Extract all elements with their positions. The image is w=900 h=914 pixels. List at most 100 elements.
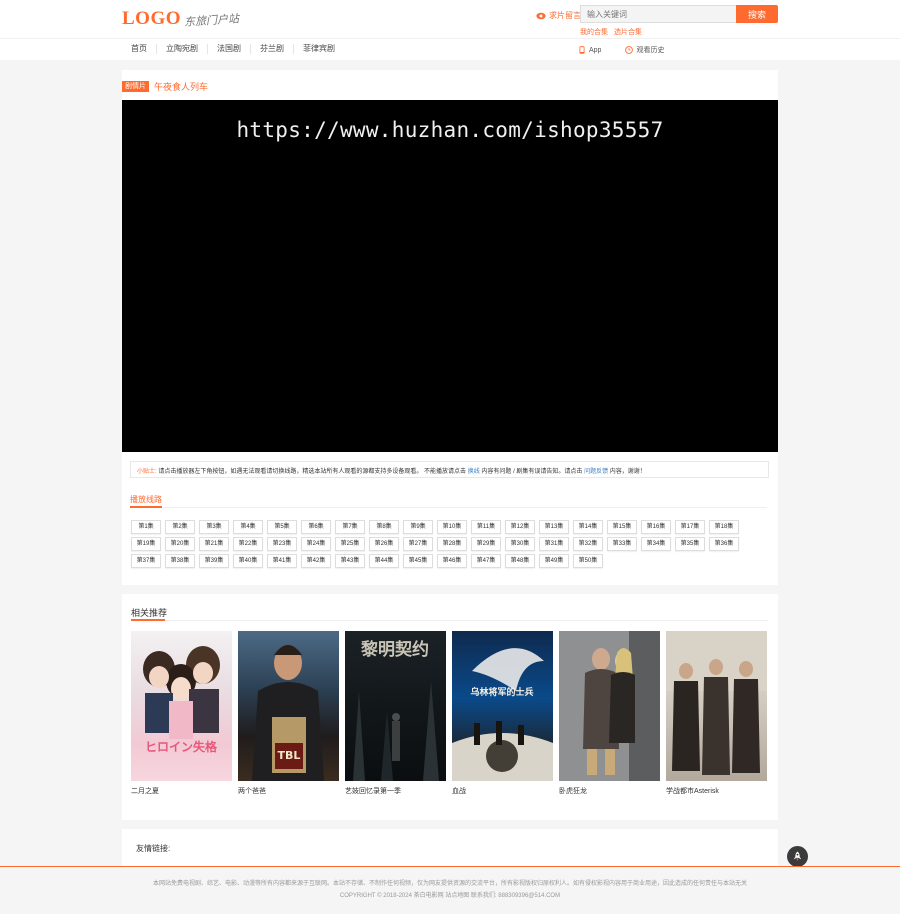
episode-button[interactable]: 第19集 [131,537,161,551]
episode-button[interactable]: 第44集 [369,554,399,568]
episode-button[interactable]: 第22集 [233,537,263,551]
episode-button[interactable]: 第47集 [471,554,501,568]
poster-caption[interactable]: 二月之夏 [131,786,232,796]
app-link[interactable]: App [578,46,601,54]
friend-links-card: 友情链接: [122,829,778,866]
poster-image[interactable]: ヒロイン失格 [131,631,232,781]
episode-button[interactable]: 第48集 [505,554,535,568]
nav-item-finland[interactable]: 芬兰剧 [250,44,293,54]
nav-item-philippines[interactable]: 菲律宾剧 [293,44,344,54]
episode-button[interactable]: 第27集 [403,537,433,551]
search-button[interactable]: 搜索 [736,5,778,23]
episode-button[interactable]: 第35集 [675,537,705,551]
episode-button[interactable]: 第34集 [641,537,671,551]
poster-image[interactable] [559,631,660,781]
episode-button[interactable]: 第31集 [539,537,569,551]
episode-button[interactable]: 第25集 [335,537,365,551]
nav-item-home[interactable]: 首页 [122,44,156,54]
episode-button[interactable]: 第41集 [267,554,297,568]
poster-item[interactable]: ヒロイン失格 二月之夏 [131,631,232,796]
episode-button[interactable]: 第26集 [369,537,399,551]
episode-button[interactable]: 第24集 [301,537,331,551]
episode-button[interactable]: 第5集 [267,520,297,534]
episode-button[interactable]: 第8集 [369,520,399,534]
episode-button[interactable]: 第49集 [539,554,569,568]
poster-item[interactable]: 黎明契约 艺妓回忆录第一季 [345,631,446,796]
phone-icon [579,46,585,54]
episode-button[interactable]: 第42集 [301,554,331,568]
episode-button[interactable]: 第36集 [709,537,739,551]
poster-caption[interactable]: 血战 [452,786,553,796]
poster-caption[interactable]: 艺妓回忆录第一季 [345,786,446,796]
episode-button[interactable]: 第40集 [233,554,263,568]
title-row: 剧情片 午夜食人列车 [122,80,208,93]
wish-link[interactable]: 求片留言 [536,10,581,21]
poster-item[interactable]: 学战都市Asterisk [666,631,767,796]
episode-button[interactable]: 第12集 [505,520,535,534]
episode-button[interactable]: 第46集 [437,554,467,568]
poster-art [666,631,767,775]
hot-link[interactable]: 我的合集 [580,27,608,37]
episode-button[interactable]: 第30集 [505,537,535,551]
poster-item[interactable]: TBL 两个爸爸 [238,631,339,796]
episode-button[interactable]: 第17集 [675,520,705,534]
eye-icon [536,12,546,19]
episode-button[interactable]: 第32集 [573,537,603,551]
hot-link[interactable]: 选片合集 [614,27,642,37]
episode-button[interactable]: 第21集 [199,537,229,551]
nav-item-lithuania[interactable]: 立陶宛剧 [156,44,207,54]
poster-art: 乌林将军的士兵 [452,648,553,781]
poster-image[interactable]: 黎明契约 [345,631,446,781]
episode-button[interactable]: 第43集 [335,554,365,568]
poster-image[interactable] [666,631,767,781]
episode-button[interactable]: 第18集 [709,520,739,534]
episode-button[interactable]: 第15集 [607,520,637,534]
poster-text: 黎明契约 [361,639,429,660]
episode-button[interactable]: 第23集 [267,537,297,551]
poster-list: ヒロイン失格 二月之夏 TBL 两个爸爸 黎明契约 艺妓回忆录第一季 乌林将军的… [131,631,767,796]
notice-text: 内容，谢谢！ [609,469,646,475]
episode-button[interactable]: 第7集 [335,520,365,534]
episode-button[interactable]: 第16集 [641,520,671,534]
poster-text: ヒロイン失格 [145,739,218,754]
video-player[interactable]: https://www.huzhan.com/ishop35557 [122,100,778,452]
episode-button[interactable]: 第37集 [131,554,161,568]
poster-caption[interactable]: 学战都市Asterisk [666,786,767,796]
episode-button[interactable]: 第1集 [131,520,161,534]
poster-item[interactable]: 乌林将军的士兵 血战 [452,631,553,796]
footer-copyright: COPYRIGHT © 2018-2024 茶白电影网 站点地图 联系我们: 8… [339,893,561,899]
episode-button[interactable]: 第3集 [199,520,229,534]
episode-button[interactable]: 第33集 [607,537,637,551]
search-input[interactable] [580,5,736,23]
switch-line-link[interactable]: 换线 [468,469,480,475]
episode-button[interactable]: 第9集 [403,520,433,534]
episode-button[interactable]: 第13集 [539,520,569,534]
episode-button[interactable]: 第38集 [165,554,195,568]
poster-text: TBL [278,749,301,762]
poster-caption[interactable]: 卧虎狂龙 [559,786,660,796]
episode-button[interactable]: 第50集 [573,554,603,568]
app-label: App [589,46,602,54]
episode-button[interactable]: 第28集 [437,537,467,551]
episode-button[interactable]: 第2集 [165,520,195,534]
episode-button[interactable]: 第20集 [165,537,195,551]
poster-image[interactable]: TBL [238,631,339,781]
episode-button[interactable]: 第14集 [573,520,603,534]
episodes-title[interactable]: 播放线路 [130,494,162,505]
site-logo[interactable]: LOGO [122,8,181,30]
episode-button[interactable]: 第6集 [301,520,331,534]
episode-button[interactable]: 第29集 [471,537,501,551]
episode-button[interactable]: 第4集 [233,520,263,534]
episode-button[interactable]: 第39集 [199,554,229,568]
episode-button[interactable]: 第45集 [403,554,433,568]
poster-image[interactable]: 乌林将军的士兵 [452,631,553,781]
poster-item[interactable]: 卧虎狂龙 [559,631,660,796]
back-to-top-button[interactable] [787,846,808,867]
nav-item-france[interactable]: 法国剧 [207,44,250,54]
episode-button[interactable]: 第11集 [471,520,501,534]
history-link[interactable]: 观看历史 [625,45,664,55]
episode-button[interactable]: 第10集 [437,520,467,534]
poster-caption[interactable]: 两个爸爸 [238,786,339,796]
feedback-link[interactable]: 问题反馈 [584,469,608,475]
genre-badge[interactable]: 剧情片 [122,81,149,92]
